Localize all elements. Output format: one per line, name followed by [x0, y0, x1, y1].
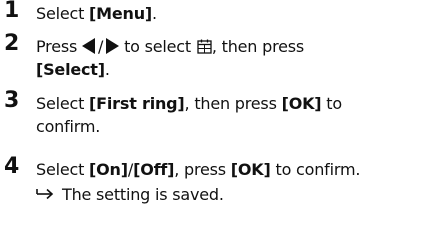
step-number: 3: [4, 88, 20, 113]
step-text-part: confirm.: [36, 117, 101, 136]
ok-key-label: [OK]: [281, 94, 322, 113]
step-number: 1: [4, 0, 20, 23]
separator: /: [98, 37, 104, 56]
menu-key-label: [Menu]: [89, 4, 153, 23]
result-text: The setting is saved.: [62, 185, 224, 204]
step-text-part: .: [152, 4, 157, 23]
instruction-steps: 1 Select [Menu]. 2 Press / to select , t…: [0, 0, 447, 240]
step-text-part: Press: [36, 37, 82, 56]
step-number: 2: [4, 31, 20, 56]
step-result: The setting is saved.: [36, 183, 224, 206]
step-text-part: Select: [36, 160, 90, 179]
step-text-part: to confirm.: [270, 160, 361, 179]
right-arrow-icon: [106, 38, 120, 54]
step-text: Select [Menu].: [36, 2, 446, 25]
result-arrow-icon: [36, 188, 54, 200]
step-text: Select [On]/[Off], press [OK] to confirm…: [36, 158, 446, 181]
step-text-part: , then press: [211, 37, 305, 56]
select-key-label: [Select]: [36, 60, 105, 79]
step-text-part: Select: [36, 94, 90, 113]
step-text-part: , then press: [184, 94, 282, 113]
step-text-part: to: [321, 94, 342, 113]
on-key-label: [On]: [89, 160, 128, 179]
step-number: 4: [4, 154, 20, 179]
ok-key-label: [OK]: [230, 160, 271, 179]
step-text-part: , press: [174, 160, 231, 179]
left-arrow-icon: [82, 38, 95, 54]
step-text: Press / to select , then press [Select].: [36, 35, 446, 81]
step-text-part: Select: [36, 4, 90, 23]
off-key-label: [Off]: [133, 160, 175, 179]
step-text: Select [First ring], then press [OK] to c…: [36, 92, 446, 138]
menu-calendar-icon: [197, 39, 212, 54]
step-text-part: .: [104, 60, 110, 79]
first-ring-key-label: [First ring]: [89, 94, 185, 113]
step-text-part: to select: [119, 37, 196, 56]
